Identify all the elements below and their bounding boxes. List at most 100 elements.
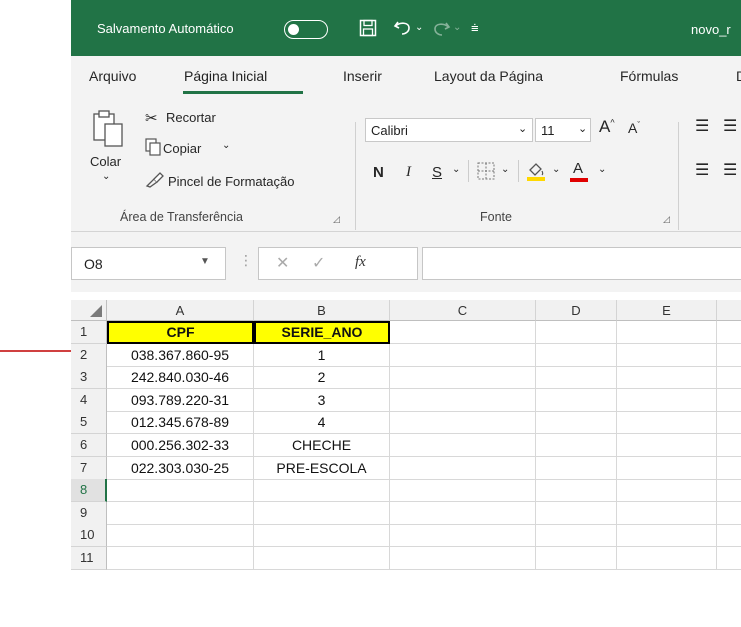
cell-a[interactable] — [107, 501, 254, 525]
cell-b[interactable] — [254, 501, 390, 525]
cell-a[interactable]: 022.303.030-25 — [107, 456, 254, 480]
row-header[interactable]: 9 — [71, 501, 107, 525]
cell-f[interactable] — [717, 321, 741, 344]
cell-d[interactable] — [536, 411, 617, 435]
undo-dropdown-icon[interactable]: ⌄ — [415, 23, 423, 33]
customize-toolbar-icon[interactable]: ⩧ — [471, 21, 479, 34]
row-header[interactable]: 10 — [71, 524, 107, 548]
cell-a[interactable]: 012.345.678-89 — [107, 411, 254, 435]
tab-inserir[interactable]: Inserir — [343, 68, 382, 84]
cell-c[interactable] — [390, 366, 536, 390]
cell-f[interactable] — [717, 479, 741, 503]
row-header[interactable]: 1 — [71, 321, 107, 344]
cell-f[interactable] — [717, 547, 741, 570]
cell-d[interactable] — [536, 547, 617, 570]
cell-a[interactable] — [107, 524, 254, 548]
tab-layout-da-pagina[interactable]: Layout da Página — [434, 68, 543, 84]
increase-font-size-icon[interactable]: A^ — [599, 117, 615, 137]
cell-f[interactable] — [717, 344, 741, 367]
cell-e[interactable] — [617, 321, 717, 344]
cell-b[interactable]: CHECHE — [254, 434, 390, 457]
cell-b[interactable] — [254, 524, 390, 548]
cell-c[interactable] — [390, 524, 536, 548]
cell-e[interactable] — [617, 456, 717, 480]
cell-d[interactable] — [536, 366, 617, 390]
header-cell-a[interactable]: CPF — [107, 321, 254, 344]
cell-e[interactable] — [617, 411, 717, 435]
cell-a[interactable]: 093.789.220-31 — [107, 388, 254, 412]
row-header[interactable]: 2 — [71, 343, 107, 367]
font-name-select[interactable]: Calibri ⌄ — [365, 118, 533, 142]
cell-f[interactable] — [717, 389, 741, 412]
cell-d[interactable] — [536, 434, 617, 457]
name-box-dropdown-icon[interactable]: ▼ — [200, 256, 210, 267]
cell-d[interactable] — [536, 479, 617, 503]
row-header[interactable]: 4 — [71, 388, 107, 412]
column-header-b[interactable]: B — [254, 300, 390, 321]
format-painter-button[interactable]: Pincel de Formatação — [168, 174, 294, 189]
autosave-toggle[interactable] — [284, 20, 328, 39]
clipboard-dialog-launcher-icon[interactable]: ◿ — [333, 214, 343, 224]
cell-c[interactable] — [390, 343, 536, 367]
column-header-a[interactable]: A — [107, 300, 254, 321]
copy-button[interactable]: Copiar — [163, 141, 201, 156]
cell-c[interactable] — [390, 411, 536, 435]
cell-d[interactable] — [536, 524, 617, 548]
font-dialog-launcher-icon[interactable]: ◿ — [663, 214, 673, 224]
cell-b[interactable]: PRE-ESCOLA — [254, 456, 390, 480]
paste-button-label[interactable]: Colar — [90, 154, 121, 169]
cell-b[interactable]: 1 — [254, 343, 390, 367]
column-header-f[interactable] — [717, 300, 741, 321]
tab-formulas[interactable]: Fórmulas — [620, 68, 678, 84]
cell-c[interactable] — [390, 321, 536, 344]
save-icon[interactable] — [359, 19, 377, 37]
cell-b[interactable]: 3 — [254, 388, 390, 412]
cell-f[interactable] — [717, 434, 741, 457]
cell-c[interactable] — [390, 501, 536, 525]
enter-icon[interactable]: ✓ — [312, 253, 325, 273]
cell-c[interactable] — [390, 388, 536, 412]
cell-e[interactable] — [617, 479, 717, 503]
cell-e[interactable] — [617, 343, 717, 367]
cell-d[interactable] — [536, 456, 617, 480]
formula-input[interactable] — [422, 247, 741, 280]
cell-a[interactable]: 242.840.030-46 — [107, 366, 254, 390]
cell-a[interactable] — [107, 547, 254, 570]
column-header-e[interactable]: E — [617, 300, 717, 321]
cell-f[interactable] — [717, 524, 741, 548]
cell-f[interactable] — [717, 411, 741, 435]
cell-d[interactable] — [536, 501, 617, 525]
cut-icon[interactable]: ✂ — [145, 109, 158, 127]
borders-icon[interactable] — [477, 162, 495, 180]
align-top-icon[interactable]: ☰ — [695, 116, 709, 136]
cell-e[interactable] — [617, 366, 717, 390]
select-all-corner[interactable] — [71, 300, 107, 321]
cut-button[interactable]: Recortar — [166, 110, 216, 125]
copy-icon[interactable] — [145, 138, 161, 156]
paste-dropdown-icon[interactable]: ⌄ — [102, 171, 110, 182]
column-header-d[interactable]: D — [536, 300, 617, 321]
cell-d[interactable] — [536, 388, 617, 412]
tab-dados[interactable]: D — [736, 68, 741, 84]
cell-e[interactable] — [617, 524, 717, 548]
row-header[interactable]: 3 — [71, 366, 107, 390]
font-color-dropdown-icon[interactable]: ⌄ — [598, 164, 606, 175]
row-header[interactable]: 8 — [71, 479, 107, 503]
undo-icon[interactable] — [393, 19, 413, 37]
formula-bar-grip-icon[interactable]: ⋮ — [239, 252, 253, 269]
underline-button[interactable]: S — [432, 164, 442, 181]
cell-b[interactable]: 2 — [254, 366, 390, 390]
align-center-icon[interactable]: ☰ — [723, 160, 737, 180]
italic-button[interactable]: I — [406, 164, 411, 181]
borders-dropdown-icon[interactable]: ⌄ — [501, 164, 509, 175]
row-header[interactable]: 7 — [71, 456, 107, 480]
decrease-font-size-icon[interactable]: Aˇ — [628, 120, 640, 136]
cell-a[interactable]: 038.367.860-95 — [107, 343, 254, 367]
cell-a[interactable] — [107, 479, 254, 503]
row-header[interactable]: 6 — [71, 434, 107, 457]
cell-f[interactable] — [717, 457, 741, 480]
header-cell-b[interactable]: SERIE_ANO — [254, 321, 390, 344]
align-left-icon[interactable]: ☰ — [695, 160, 709, 180]
cell-c[interactable] — [390, 434, 536, 457]
cancel-icon[interactable]: ✕ — [276, 253, 289, 273]
